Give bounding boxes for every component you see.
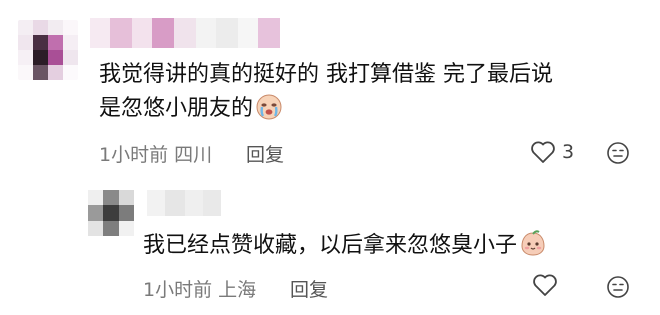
peach-face-emoji-icon <box>521 230 545 256</box>
comment-time: 1小时前 <box>99 144 169 166</box>
comment-location: 上海 <box>218 279 257 301</box>
crying-face-emoji-icon <box>256 94 282 120</box>
comment-text-line1: 我已经点赞收藏，以后拿来忽悠臭小子 <box>143 233 518 258</box>
emoji-reaction-button[interactable] <box>606 275 630 303</box>
avatar[interactable] <box>18 20 78 80</box>
emoji-reaction-button[interactable] <box>606 141 630 169</box>
username-redacted[interactable] <box>147 190 221 216</box>
heart-outline-icon <box>531 141 555 163</box>
comment-meta: 1小时前 四川 <box>99 140 212 167</box>
comment-location: 四川 <box>174 144 213 166</box>
comment-text: 我觉得讲的真的挺好的 我打算借鉴 完了最后说 是忽悠小朋友的 <box>99 58 553 126</box>
avatar[interactable] <box>88 190 134 236</box>
comment-text-line2: 是忽悠小朋友的 <box>99 96 254 121</box>
username-redacted[interactable] <box>90 18 280 48</box>
comment-meta: 1小时前 上海 <box>143 275 256 302</box>
reply-button[interactable]: 回复 <box>246 140 284 167</box>
like-button[interactable] <box>532 273 564 297</box>
emoji-reaction-icon <box>607 142 629 164</box>
emoji-reaction-icon <box>607 276 629 298</box>
heart-outline-icon <box>533 274 557 296</box>
comment-time: 1小时前 <box>143 279 213 301</box>
like-count: 3 <box>562 141 575 163</box>
reply-button[interactable]: 回复 <box>290 275 328 302</box>
comment-text-line1: 我觉得讲的真的挺好的 我打算借鉴 完了最后说 <box>99 62 553 87</box>
comment-text: 我已经点赞收藏，以后拿来忽悠臭小子 <box>143 229 547 263</box>
like-button[interactable]: 3 <box>530 140 574 164</box>
